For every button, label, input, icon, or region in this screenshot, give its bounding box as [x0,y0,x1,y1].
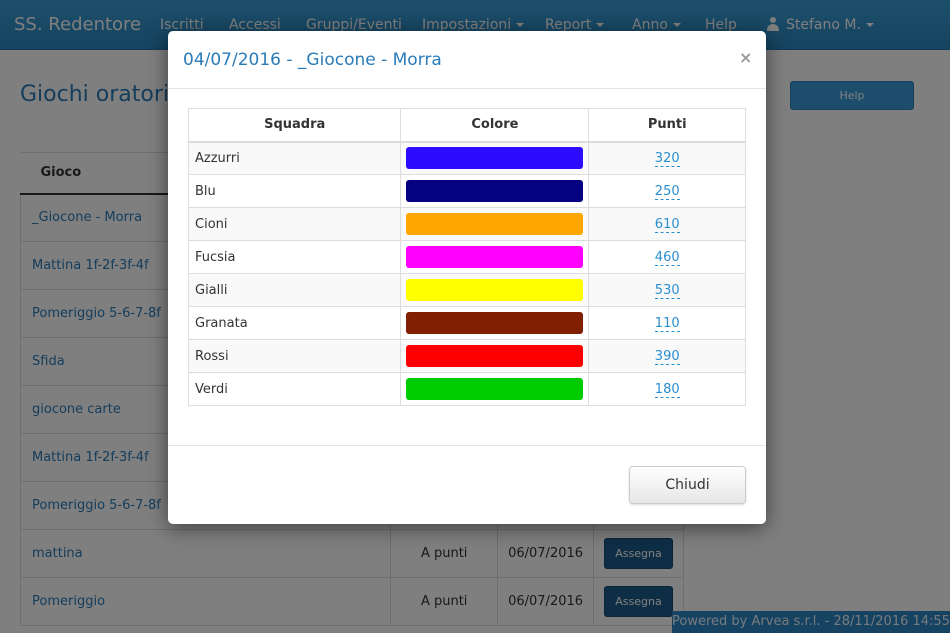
table-row: Cioni 610 [187,207,746,241]
table-header-row: Squadra Colore Punti [187,108,746,143]
team-points-cell: 460 [588,240,746,274]
points-editable-link[interactable]: 110 [654,315,680,332]
scores-table: Squadra Colore Punti Azzurri 320 Blu 250 Cio… [187,108,746,406]
team-name: Gialli [187,273,402,307]
team-color-cell [400,273,590,307]
color-swatch [406,378,584,400]
team-color-cell [400,174,590,208]
table-row: Granata 110 [187,306,746,340]
modal-title: 04/07/2016 - _Giocone - Morra [183,50,442,70]
color-swatch [406,345,584,367]
table-row: Blu 250 [187,174,746,208]
team-points-cell: 180 [588,372,746,406]
team-color-cell [400,207,590,241]
points-editable-link[interactable]: 610 [654,216,680,233]
points-editable-link[interactable]: 320 [654,150,680,167]
team-points-cell: 110 [588,306,746,340]
color-swatch [406,279,584,301]
team-name: Rossi [187,339,402,373]
team-points-cell: 250 [588,174,746,208]
close-button[interactable]: Chiudi [629,466,746,504]
table-row: Rossi 390 [187,339,746,373]
team-name: Fucsia [187,240,402,274]
modal-header-divider [168,88,766,89]
team-points-cell: 530 [588,273,746,307]
points-editable-link[interactable]: 460 [654,249,680,266]
team-color-cell [400,240,590,274]
team-color-cell [400,339,590,373]
points-editable-link[interactable]: 530 [654,282,680,299]
color-swatch [406,246,584,268]
team-points-cell: 610 [588,207,746,241]
team-name: Blu [187,174,402,208]
modal-footer-divider [168,445,766,446]
team-color-cell [400,372,590,406]
color-swatch [406,213,584,235]
column-header-colore: Colore [400,108,590,143]
color-swatch [406,147,584,170]
column-header-punti: Punti [588,108,746,143]
team-name: Granata [187,306,402,340]
team-name: Verdi [187,372,402,406]
column-header-squadra: Squadra [187,108,402,143]
points-editable-link[interactable]: 250 [654,183,680,200]
team-color-cell [400,141,590,175]
points-editable-link[interactable]: 390 [654,348,680,365]
table-row: Gialli 530 [187,273,746,307]
scores-modal: 04/07/2016 - _Giocone - Morra × Squadra … [168,31,766,524]
team-points-cell: 320 [588,141,746,175]
table-row: Fucsia 460 [187,240,746,274]
points-editable-link[interactable]: 180 [654,381,680,398]
table-row: Verdi 180 [187,372,746,406]
color-swatch [406,180,584,202]
color-swatch [406,312,584,334]
team-name: Cioni [187,207,402,241]
team-name: Azzurri [187,141,402,175]
team-points-cell: 390 [588,339,746,373]
table-row: Azzurri 320 [187,141,746,175]
close-icon[interactable]: × [739,48,752,67]
team-color-cell [400,306,590,340]
